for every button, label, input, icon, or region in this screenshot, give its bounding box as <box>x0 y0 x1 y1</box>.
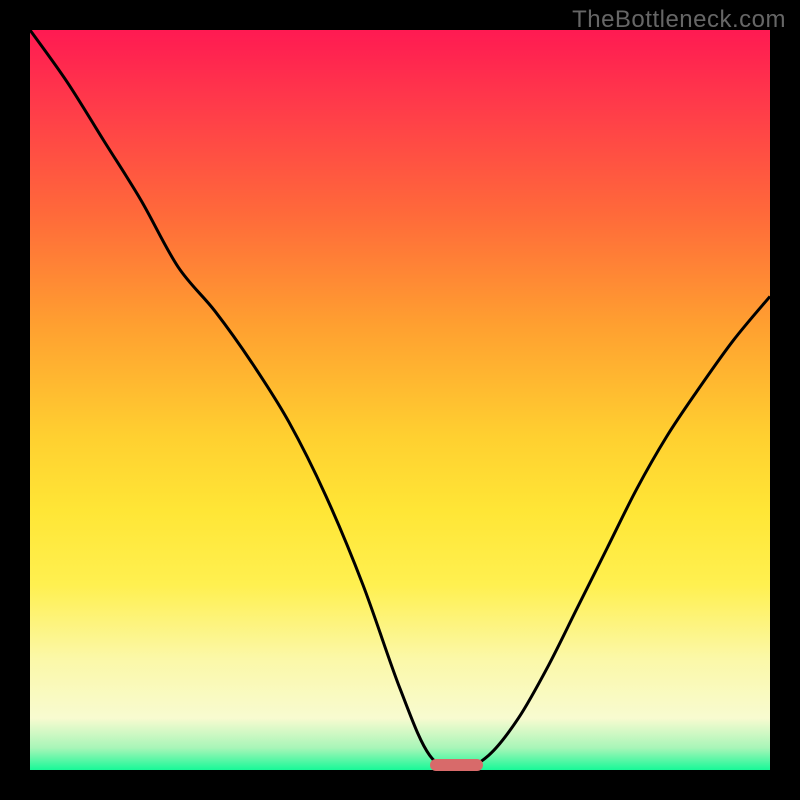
chart-canvas <box>30 30 770 770</box>
bottleneck-curve-svg <box>30 30 770 770</box>
bottleneck-curve <box>30 30 770 770</box>
optimal-marker <box>430 759 483 771</box>
